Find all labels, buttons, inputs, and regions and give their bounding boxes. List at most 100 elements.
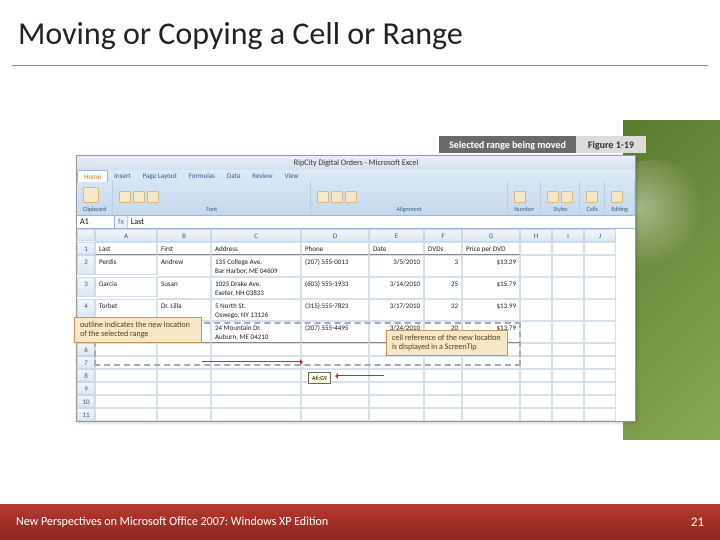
cell[interactable]: [424, 369, 462, 382]
row-header[interactable]: 8: [77, 369, 95, 382]
cell[interactable]: [520, 255, 552, 277]
cell[interactable]: DVDs: [424, 242, 462, 255]
cell[interactable]: 32: [424, 299, 462, 321]
cell[interactable]: (603) 555-1933: [301, 277, 369, 299]
cell[interactable]: Andrew: [157, 255, 211, 277]
cell[interactable]: [552, 242, 584, 255]
row-header[interactable]: 7: [77, 356, 95, 369]
cell[interactable]: [520, 277, 552, 299]
align-icon[interactable]: [345, 191, 357, 203]
cell[interactable]: Address: [211, 242, 301, 255]
align-icon[interactable]: [331, 191, 343, 203]
cell[interactable]: [552, 382, 584, 395]
select-all[interactable]: [77, 229, 95, 241]
cell[interactable]: [301, 395, 369, 408]
italic-icon[interactable]: [133, 191, 145, 203]
col-header[interactable]: A: [95, 229, 157, 242]
align-icon[interactable]: [317, 191, 329, 203]
cell[interactable]: 3/14/2010: [369, 277, 424, 299]
row-header[interactable]: 2: [77, 255, 95, 275]
col-header[interactable]: B: [157, 229, 211, 242]
cell[interactable]: [520, 299, 552, 321]
col-header[interactable]: G: [462, 229, 520, 242]
cell[interactable]: [520, 321, 552, 343]
cell[interactable]: [95, 408, 157, 421]
cell[interactable]: [584, 277, 616, 299]
cell[interactable]: [424, 408, 462, 421]
cell[interactable]: [301, 408, 369, 421]
cell[interactable]: [211, 408, 301, 421]
cell[interactable]: 3/17/2010: [369, 299, 424, 321]
cell[interactable]: 135 College Ave.Bar Harbor, ME 04609: [211, 255, 301, 277]
cell[interactable]: [584, 321, 616, 343]
row-header[interactable]: 9: [77, 382, 95, 395]
cell[interactable]: Torbet: [95, 299, 157, 319]
cell[interactable]: [95, 395, 157, 408]
col-header[interactable]: J: [584, 229, 616, 242]
row-header[interactable]: 6: [77, 343, 95, 356]
formula-value[interactable]: Last: [127, 216, 635, 228]
cell[interactable]: [584, 242, 616, 255]
cell[interactable]: [520, 343, 552, 356]
cell[interactable]: [584, 255, 616, 277]
cell[interactable]: [369, 408, 424, 421]
cell[interactable]: Perdis: [95, 255, 157, 275]
tab-data[interactable]: Data: [221, 170, 246, 182]
cell[interactable]: [552, 255, 584, 277]
cell[interactable]: [584, 369, 616, 382]
cell[interactable]: Phone: [301, 242, 369, 255]
tab-insert[interactable]: Insert: [108, 170, 136, 182]
cell[interactable]: Price per DVD: [462, 242, 520, 255]
cell[interactable]: 1025 Drake Ave.Exeter, NH 03833: [211, 277, 301, 299]
cell[interactable]: [211, 395, 301, 408]
row-header[interactable]: 1: [77, 242, 95, 255]
cell[interactable]: 25: [424, 277, 462, 299]
cell[interactable]: [211, 369, 301, 382]
col-header[interactable]: I: [552, 229, 584, 242]
cell[interactable]: 5 North St.Oswego, NY 13126: [211, 299, 301, 321]
cell[interactable]: [157, 369, 211, 382]
row-header[interactable]: 4: [77, 299, 95, 319]
cell[interactable]: $13.99: [462, 299, 520, 321]
cell[interactable]: [552, 343, 584, 356]
cell[interactable]: 3: [424, 255, 462, 277]
cell[interactable]: [584, 299, 616, 321]
col-header[interactable]: C: [211, 229, 301, 242]
cell[interactable]: [157, 395, 211, 408]
cell[interactable]: [552, 299, 584, 321]
cell[interactable]: [552, 408, 584, 421]
tab-home[interactable]: Home: [77, 170, 108, 182]
cell[interactable]: $13.29: [462, 255, 520, 277]
row-header[interactable]: 10: [77, 395, 95, 408]
cell[interactable]: $15.79: [462, 277, 520, 299]
row-header[interactable]: 11: [77, 408, 95, 421]
cell[interactable]: [584, 395, 616, 408]
underline-icon[interactable]: [147, 191, 159, 203]
cell[interactable]: [462, 369, 520, 382]
cell[interactable]: Susan: [157, 277, 211, 299]
cells-icon[interactable]: [586, 191, 598, 203]
cell[interactable]: [552, 277, 584, 299]
cell[interactable]: Garcia: [95, 277, 157, 297]
cell[interactable]: [520, 369, 552, 382]
cell[interactable]: [211, 382, 301, 395]
cell[interactable]: First: [157, 242, 211, 255]
cell[interactable]: [552, 356, 584, 369]
fx-icon[interactable]: fx: [115, 216, 127, 228]
tab-formulas[interactable]: Formulas: [183, 170, 221, 182]
cell[interactable]: Last: [95, 242, 157, 255]
cell[interactable]: Date: [369, 242, 424, 255]
cell[interactable]: 3/5/2010: [369, 255, 424, 277]
cell[interactable]: [95, 382, 157, 395]
cell[interactable]: [369, 382, 424, 395]
cell[interactable]: [584, 408, 616, 421]
styles-icon[interactable]: [561, 191, 573, 203]
cell[interactable]: [584, 343, 616, 356]
cell[interactable]: [520, 382, 552, 395]
styles-icon[interactable]: [547, 191, 559, 203]
cell[interactable]: [95, 369, 157, 382]
bold-icon[interactable]: [119, 191, 131, 203]
cell[interactable]: [584, 382, 616, 395]
number-icon[interactable]: [514, 191, 526, 203]
cell[interactable]: [462, 408, 520, 421]
